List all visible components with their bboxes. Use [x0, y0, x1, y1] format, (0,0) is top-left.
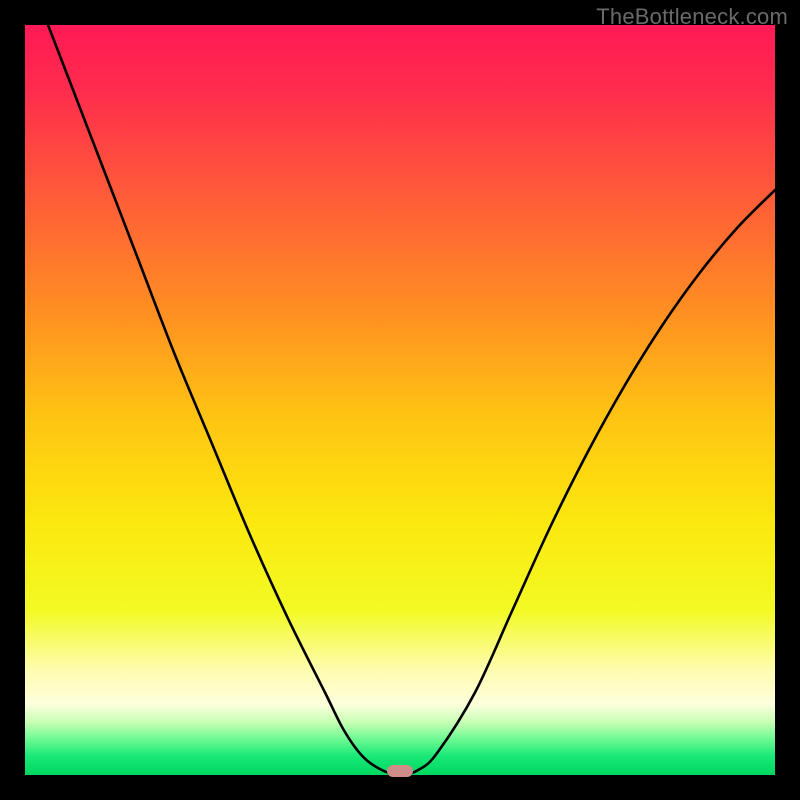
curve-layer: [25, 25, 775, 775]
watermark-label: TheBottleneck.com: [596, 4, 788, 30]
bottleneck-curve: [25, 25, 775, 775]
optimal-point-marker: [387, 765, 413, 777]
plot-area: [25, 25, 775, 775]
chart-frame: TheBottleneck.com: [0, 0, 800, 800]
